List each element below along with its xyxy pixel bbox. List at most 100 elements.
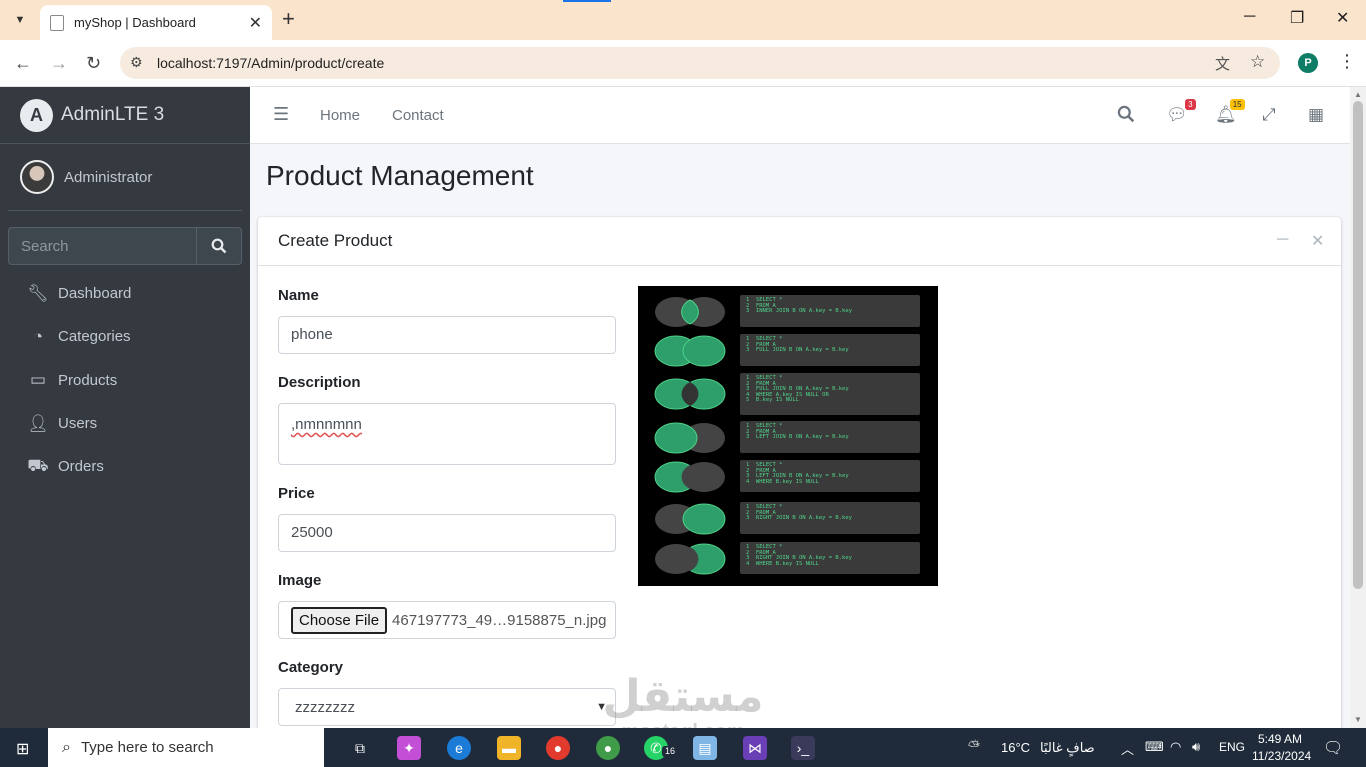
translate-icon[interactable]: 文 bbox=[1215, 53, 1230, 74]
name-field[interactable]: phone bbox=[278, 316, 616, 354]
venn-diagram-icon bbox=[655, 297, 725, 327]
new-tab-icon[interactable]: + bbox=[282, 8, 295, 30]
grid-icon[interactable]: ▦ bbox=[1308, 105, 1324, 125]
sidebar-item-label: Users bbox=[58, 415, 98, 433]
visual-studio-icon[interactable]: ⋈ bbox=[743, 736, 767, 760]
image-file-input[interactable]: Choose File 467197773_49…9158875_n.jpg bbox=[278, 601, 616, 639]
scroll-down-icon[interactable]: ▼ bbox=[1354, 715, 1362, 724]
hamburger-icon[interactable]: ☰ bbox=[273, 104, 289, 125]
whatsapp-badge: 16 bbox=[661, 746, 678, 757]
top-navbar: ☰ Home Contact 💬︎ 3 🔔︎ 15 ⤢ ▦ bbox=[250, 87, 1350, 144]
close-window-icon[interactable]: ✕ bbox=[1336, 8, 1349, 28]
content-wrapper: Product Management Create Product ─ ✕ Na… bbox=[250, 144, 1350, 737]
favicon-icon bbox=[50, 14, 64, 31]
messages-icon[interactable]: 💬︎ 3 bbox=[1166, 99, 1196, 125]
windows-taskbar: ⊞ ⌕ Type here to search ⧉ ✦ e ▬ ● ● ✆ 16… bbox=[0, 728, 1366, 767]
windows-start-icon[interactable]: ⊞ bbox=[16, 739, 29, 759]
join-row: 1 SELECT * 2 FROM A 3 RIGHT JOIN B ON A.… bbox=[654, 542, 924, 576]
image-label: Image bbox=[278, 572, 322, 589]
clock-time[interactable]: 5:49 AM bbox=[1258, 732, 1302, 746]
category-select[interactable]: zzzzzzzz ▼ bbox=[278, 688, 616, 726]
venn-diagram-icon bbox=[654, 461, 725, 493]
sidebar-item-products[interactable]: ▭ Products bbox=[8, 359, 242, 402]
page-scrollbar[interactable]: ▲ ▼ bbox=[1350, 87, 1366, 728]
site-info-icon[interactable]: ⚙ bbox=[130, 54, 143, 71]
volume-icon[interactable]: 🔊︎ bbox=[1192, 739, 1200, 755]
product-form: Name phone Description ,nmnnmnn Price 25… bbox=[278, 287, 616, 746]
tray-chevron-icon[interactable]: ︿ bbox=[1121, 739, 1134, 758]
brand-link[interactable]: A AdminLTE 3 bbox=[0, 87, 250, 144]
notes-icon[interactable]: ▤ bbox=[693, 736, 717, 760]
file-explorer-icon[interactable]: ▬ bbox=[497, 736, 521, 760]
weather-text: صافٍ غالبًا bbox=[1040, 740, 1095, 755]
join-row: 1 SELECT * 2 FROM A 3 LEFT JOIN B ON A.k… bbox=[654, 421, 924, 455]
price-field[interactable]: 25000 bbox=[278, 514, 616, 552]
keyboard-icon[interactable]: ⌨ bbox=[1145, 739, 1164, 755]
minimize-icon[interactable]: ─ bbox=[1244, 8, 1255, 26]
description-field[interactable]: ,nmnnmnn bbox=[278, 403, 616, 465]
choose-file-button[interactable]: Choose File bbox=[291, 606, 388, 634]
more-icon[interactable]: ⋮ bbox=[1338, 51, 1356, 72]
venn-diagram-icon bbox=[655, 503, 726, 535]
wifi-icon[interactable]: ◠ bbox=[1170, 739, 1181, 755]
name-label: Name bbox=[278, 287, 319, 304]
sidebar-item-users[interactable]: 👤︎ Users bbox=[8, 402, 242, 445]
description-label: Description bbox=[278, 374, 361, 391]
profile-avatar[interactable]: P bbox=[1298, 53, 1318, 73]
nav-home-link[interactable]: Home bbox=[320, 107, 360, 124]
sidebar-item-dashboard[interactable]: 🔧︎ Dashboard bbox=[8, 272, 242, 315]
url-text[interactable]: localhost:7197/Admin/product/create bbox=[157, 55, 384, 71]
sql-code: 1 SELECT * 2 FROM A 3 INNER JOIN B ON A.… bbox=[740, 295, 920, 327]
sidebar-item-orders[interactable]: ⛟ Orders bbox=[8, 445, 242, 488]
venn-diagram-icon bbox=[655, 543, 726, 575]
terminal-icon[interactable]: ›_ bbox=[791, 736, 815, 760]
browser-tab[interactable]: myShop | Dashboard ✕ bbox=[40, 5, 272, 40]
avatar bbox=[20, 160, 54, 194]
maximize-icon[interactable]: ❐ bbox=[1290, 8, 1304, 28]
forward-icon[interactable]: → bbox=[50, 53, 68, 74]
reload-icon[interactable]: ↻ bbox=[86, 53, 101, 74]
notification-center-icon[interactable]: 🗨︎ bbox=[1323, 738, 1343, 758]
bell-icon[interactable]: 🔔︎ 15 bbox=[1215, 99, 1245, 125]
messages-badge: 3 bbox=[1185, 99, 1196, 110]
chrome-profile-icon[interactable]: ● bbox=[596, 736, 620, 760]
sidebar-item-label: Dashboard bbox=[58, 285, 132, 303]
sidebar-search-input[interactable] bbox=[8, 227, 196, 265]
user-name[interactable]: Administrator bbox=[64, 169, 152, 186]
fullscreen-icon[interactable]: ⤢ bbox=[1262, 105, 1276, 125]
join-row: 1 SELECT * 2 FROM A 3 RIGHT JOIN B ON A.… bbox=[654, 502, 924, 536]
close-icon[interactable]: ✕ bbox=[1311, 231, 1324, 251]
category-selected: zzzzzzzz bbox=[295, 698, 355, 716]
sql-code: 1 SELECT * 2 FROM A 3 LEFT JOIN B ON A.k… bbox=[740, 460, 920, 492]
star-icon[interactable]: ☆ bbox=[1250, 52, 1265, 72]
clock-date[interactable]: 11/23/2024 bbox=[1252, 749, 1311, 763]
chrome-icon[interactable]: ● bbox=[546, 736, 570, 760]
taskbar-search[interactable]: ⌕ Type here to search bbox=[48, 728, 324, 767]
description-value: ,nmnnmnn bbox=[291, 416, 362, 433]
url-box[interactable]: ⚙ localhost:7197/Admin/product/create 文 … bbox=[120, 47, 1280, 79]
scrollbar-thumb[interactable] bbox=[1353, 101, 1363, 589]
copilot-icon[interactable]: ✦ bbox=[397, 736, 421, 760]
user-panel[interactable]: Administrator bbox=[8, 144, 242, 211]
search-icon[interactable] bbox=[196, 227, 242, 265]
close-icon[interactable]: ✕ bbox=[249, 13, 262, 33]
task-view-icon[interactable]: ⧉ bbox=[348, 736, 372, 760]
language-indicator[interactable]: ENG bbox=[1219, 740, 1245, 754]
user-icon: 👤︎ bbox=[27, 413, 49, 433]
collapse-icon[interactable]: ─ bbox=[1277, 231, 1288, 249]
sql-code: 1 SELECT * 2 FROM A 3 LEFT JOIN B ON A.k… bbox=[740, 421, 920, 453]
weather-icon[interactable]: ⛅︎ bbox=[968, 738, 980, 755]
scroll-up-icon[interactable]: ▲ bbox=[1354, 90, 1362, 99]
back-icon[interactable]: ← bbox=[14, 53, 32, 74]
sidebar-item-categories[interactable]: ◔ Categories bbox=[8, 315, 242, 358]
taskbar-search-text: Type here to search bbox=[80, 739, 214, 756]
whatsapp-icon[interactable]: ✆ 16 bbox=[644, 736, 678, 760]
nav-contact-link[interactable]: Contact bbox=[392, 107, 444, 124]
category-label: Category bbox=[278, 659, 344, 676]
image-preview: 1 SELECT * 2 FROM A 3 INNER JOIN B ON A.… bbox=[638, 286, 938, 586]
tab-list-icon[interactable]: ▼ bbox=[8, 8, 32, 32]
truck-icon: ⛟ bbox=[27, 455, 49, 475]
edge-icon[interactable]: e bbox=[447, 736, 471, 760]
search-icon[interactable] bbox=[1117, 105, 1135, 128]
card-title: Create Product bbox=[278, 231, 393, 250]
